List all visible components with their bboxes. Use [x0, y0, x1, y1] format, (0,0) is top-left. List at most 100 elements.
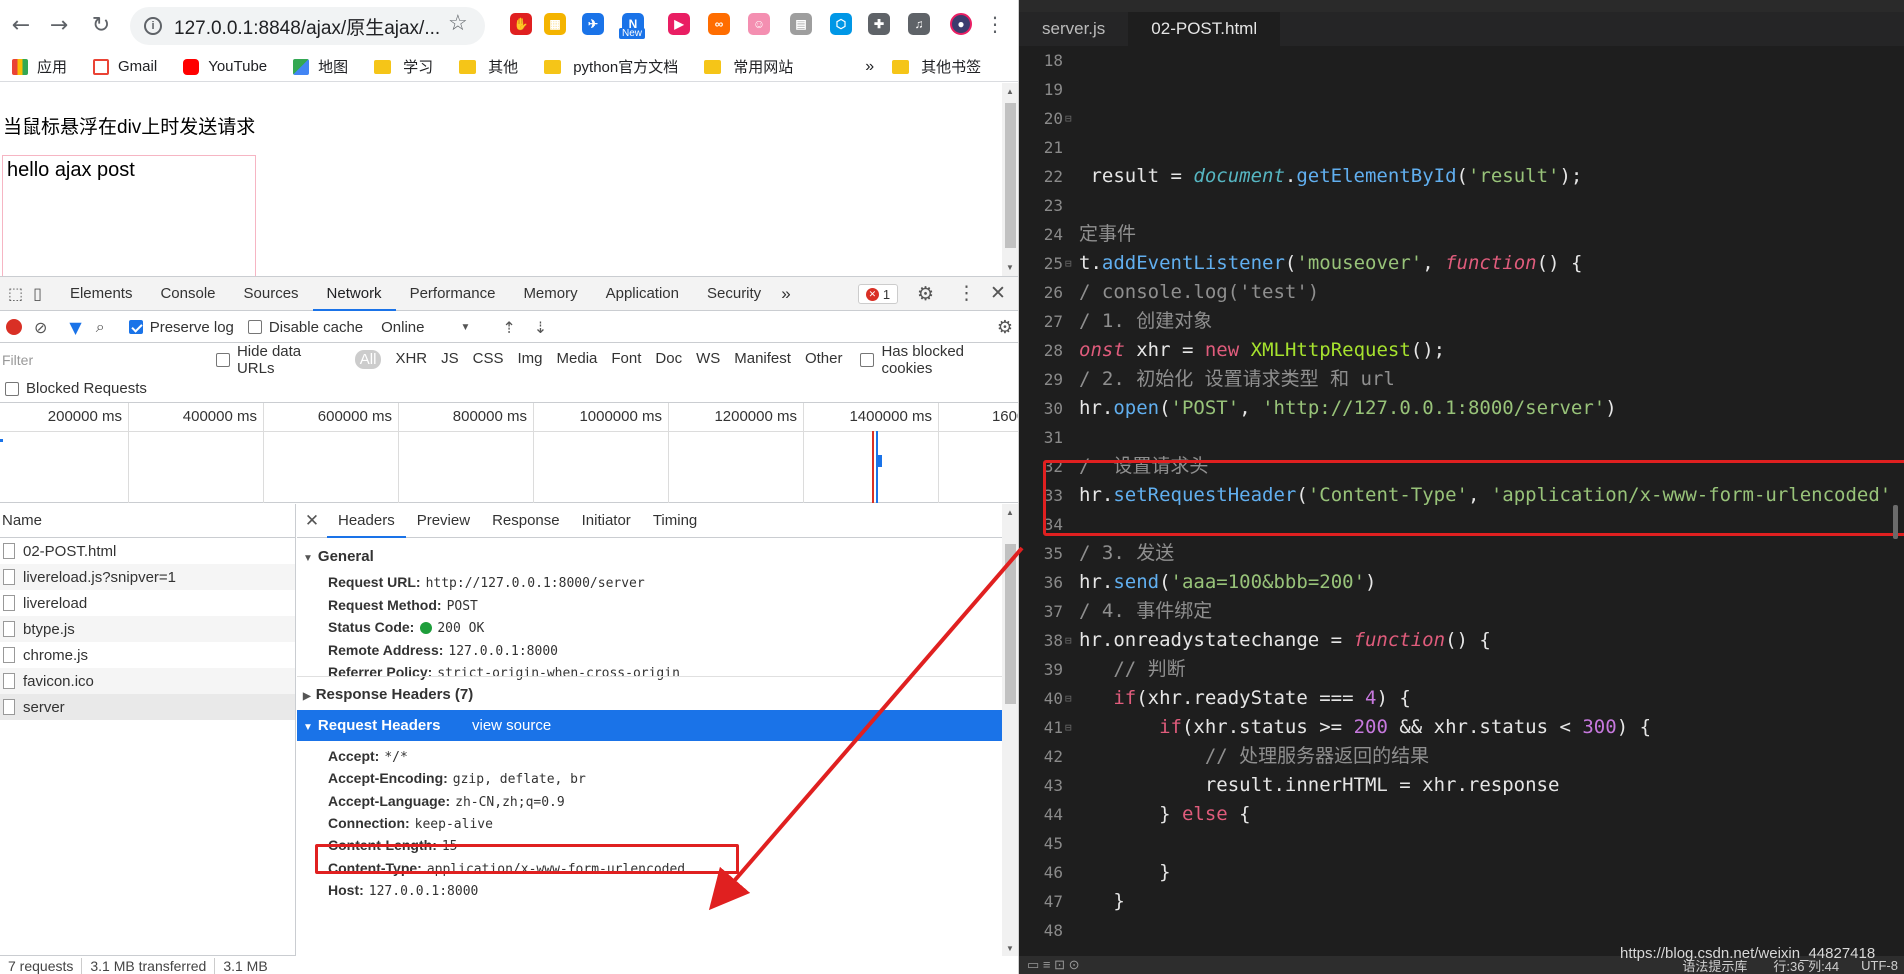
request-row[interactable]: livereload — [0, 590, 295, 616]
code-line[interactable]: 45 — [1019, 829, 1904, 858]
tab-performance[interactable]: Performance — [396, 277, 510, 311]
filter-type-manifest[interactable]: Manifest — [734, 350, 791, 369]
network-settings-gear-icon[interactable]: ⚙ — [997, 317, 1013, 338]
code-line[interactable]: 20 ⊟ — [1019, 104, 1904, 133]
filter-type-media[interactable]: Media — [557, 350, 598, 369]
close-detail-icon[interactable]: ✕ — [297, 511, 327, 531]
fold-toggle-icon[interactable]: ⊟ — [1065, 104, 1072, 133]
hide-data-urls-checkbox[interactable] — [215, 352, 230, 367]
filter-type-js[interactable]: JS — [441, 350, 459, 369]
code-line[interactable]: 43 result.innerHTML = xhr.response — [1019, 771, 1904, 800]
code-line[interactable]: 18 — [1019, 46, 1904, 75]
page-scrollbar-thumb[interactable] — [1005, 103, 1016, 248]
cat-icon[interactable]: ☺ — [748, 13, 770, 35]
request-row[interactable]: favicon.ico — [0, 668, 295, 694]
scroll-up-arrow-icon[interactable]: ▲ — [1006, 87, 1014, 96]
bookmark-maps[interactable]: 地图 — [293, 56, 348, 77]
bookmark-folder-other[interactable]: 其他 — [459, 56, 518, 77]
code-line[interactable]: 22 result = document.getElementById('res… — [1019, 162, 1904, 191]
filter-type-other[interactable]: Other — [805, 350, 843, 369]
tab-network[interactable]: Network — [312, 277, 396, 311]
code-line[interactable]: 35 / 3. 发送 — [1019, 539, 1904, 568]
detail-scrollbar-thumb[interactable] — [1005, 544, 1016, 704]
filter-input[interactable]: Filter — [0, 349, 200, 371]
play-circle-icon[interactable]: ▶ — [668, 13, 690, 35]
browser-menu-icon[interactable]: ⋮ — [985, 12, 1005, 36]
bookmark-folder-other-bookmarks[interactable]: 其他书签 — [892, 56, 981, 77]
media-icon[interactable]: ♫ — [908, 13, 930, 35]
code-line[interactable]: 42 // 处理服务器返回的结果 — [1019, 742, 1904, 771]
fold-toggle-icon[interactable]: ⊟ — [1065, 684, 1072, 713]
tab-application[interactable]: Application — [592, 277, 693, 311]
adblock-icon[interactable]: ✋ — [510, 13, 532, 35]
code-line[interactable]: 39 // 判断 — [1019, 655, 1904, 684]
site-info-icon[interactable]: i — [144, 17, 162, 35]
filter-funnel-icon[interactable]: ▼ — [69, 318, 81, 337]
network-timeline-overview[interactable]: 200000 ms 400000 ms 600000 ms 800000 ms 1000… — [0, 403, 1018, 503]
code-line[interactable]: 37 / 4. 事件绑定 — [1019, 597, 1904, 626]
code-line[interactable]: 21 — [1019, 133, 1904, 162]
bookmark-apps[interactable]: 应用 — [12, 56, 67, 77]
hexagon-icon[interactable]: ⬡ — [830, 13, 852, 35]
editor-scrollbar-thumb[interactable] — [1893, 505, 1898, 539]
request-row[interactable]: livereload.js?snipver=1 — [0, 564, 295, 590]
code-line[interactable]: 27 / 1. 创建对象 — [1019, 307, 1904, 336]
fold-toggle-icon[interactable]: ⊟ — [1065, 626, 1072, 655]
code-line[interactable]: 47 } — [1019, 887, 1904, 916]
request-row[interactable]: server — [0, 694, 295, 720]
infinity-icon[interactable]: ∞ — [708, 13, 730, 35]
error-count-badge[interactable]: ✕ 1 — [858, 284, 898, 304]
tab-sources[interactable]: Sources — [230, 277, 313, 311]
grid-icon[interactable]: ▤ — [790, 13, 812, 35]
close-devtools-icon[interactable]: ✕ — [990, 282, 1006, 304]
address-bar-url[interactable]: 127.0.0.1:8848/ajax/原生ajax/... — [174, 13, 440, 40]
filter-type-font[interactable]: Font — [611, 350, 641, 369]
bookmark-gmail[interactable]: Gmail — [93, 58, 157, 75]
detail-tab-timing[interactable]: Timing — [642, 504, 708, 538]
code-line[interactable]: 29 / 2. 初始化 设置请求类型 和 url — [1019, 365, 1904, 394]
code-line[interactable]: 38 ⊟ hr.onreadystatechange = function() { — [1019, 626, 1904, 655]
more-tabs-button[interactable]: » — [781, 284, 790, 304]
import-har-icon[interactable]: ⇡ — [502, 318, 515, 337]
detail-tab-preview[interactable]: Preview — [406, 504, 481, 538]
detail-tab-headers[interactable]: Headers — [327, 504, 406, 538]
settings-gear-icon[interactable]: ⚙ — [917, 283, 934, 305]
request-row[interactable]: chrome.js — [0, 642, 295, 668]
throttle-dropdown-arrow-icon[interactable]: ▼ — [460, 322, 470, 333]
tab-security[interactable]: Security — [693, 277, 775, 311]
filter-type-ws[interactable]: WS — [696, 350, 720, 369]
code-line[interactable]: 40 ⊟ if(xhr.readyState === 4) { — [1019, 684, 1904, 713]
bookmark-star-icon[interactable]: ☆ — [448, 10, 468, 36]
editor-tab[interactable]: server.js — [1019, 12, 1128, 46]
code-line[interactable]: 30 hr.open('POST', 'http://127.0.0.1:8000… — [1019, 394, 1904, 423]
code-line[interactable]: 23 — [1019, 191, 1904, 220]
device-toolbar-icon[interactable]: ▯ — [33, 284, 42, 303]
code-line[interactable]: 36 hr.send('aaa=100&bbb=200') — [1019, 568, 1904, 597]
tab-memory[interactable]: Memory — [509, 277, 591, 311]
bookmarks-overflow-button[interactable]: » — [865, 58, 874, 76]
fold-toggle-icon[interactable]: ⊟ — [1065, 713, 1072, 742]
scroll-down-arrow-icon[interactable]: ▼ — [1006, 263, 1014, 272]
export-har-icon[interactable]: ⇣ — [534, 318, 547, 337]
fold-toggle-icon[interactable]: ⊟ — [1065, 249, 1072, 278]
devtools-menu-icon[interactable]: ⋮ — [957, 282, 976, 304]
code-line[interactable]: 48 — [1019, 916, 1904, 945]
has-blocked-cookies-checkbox[interactable] — [860, 352, 875, 367]
tab-elements[interactable]: Elements — [56, 277, 147, 311]
scroll-down-arrow-icon[interactable]: ▼ — [1006, 944, 1014, 953]
response-headers-section-header[interactable]: ▶ Response Headers (7) — [297, 686, 473, 703]
code-line[interactable]: 28 onst xhr = new XMLHttpRequest(); — [1019, 336, 1904, 365]
bookmark-youtube[interactable]: YouTube — [183, 58, 267, 75]
code-line[interactable]: 19 — [1019, 75, 1904, 104]
request-row[interactable]: 02-POST.html — [0, 538, 295, 564]
address-bar[interactable]: i 127.0.0.1:8848/ajax/原生ajax/... — [130, 7, 485, 45]
editor-tab[interactable]: 02-POST.html — [1128, 12, 1281, 46]
scroll-up-arrow-icon[interactable]: ▲ — [1006, 508, 1014, 517]
bird-icon[interactable]: ✈ — [582, 13, 604, 35]
puzzle-icon[interactable]: ✚ — [868, 13, 890, 35]
name-column-header[interactable]: Name — [0, 504, 295, 538]
preserve-log-checkbox[interactable] — [128, 320, 143, 334]
code-line[interactable]: 44 } else { — [1019, 800, 1904, 829]
clear-icon[interactable]: ⊘ — [34, 318, 47, 337]
code-line[interactable]: 46 } — [1019, 858, 1904, 887]
